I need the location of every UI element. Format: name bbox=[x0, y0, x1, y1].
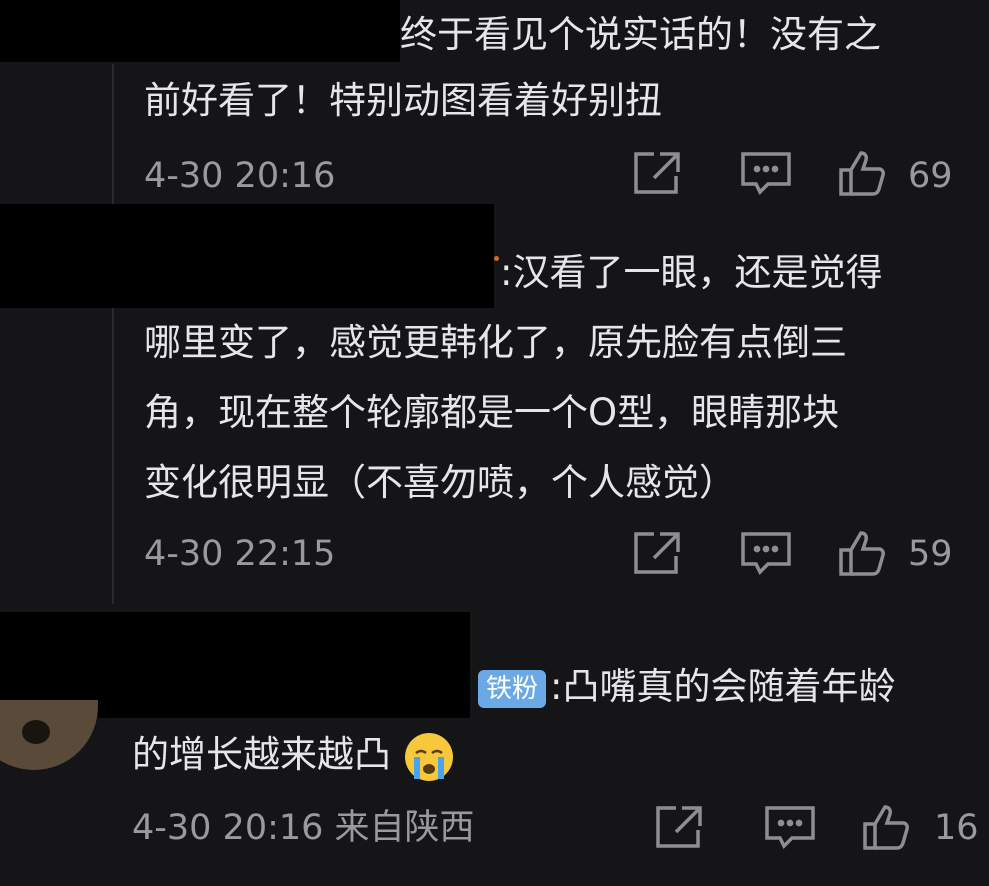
comment-text: 前好看了！特别动图看着好别扭 bbox=[144, 79, 662, 122]
comment-icon[interactable] bbox=[740, 150, 792, 196]
comment-text-second-line: 的增长越来越凸 bbox=[132, 720, 455, 790]
like-icon[interactable] bbox=[838, 150, 890, 196]
like-count: 59 bbox=[908, 534, 953, 574]
share-icon[interactable] bbox=[632, 150, 684, 196]
fan-badge: 铁粉 bbox=[478, 669, 547, 708]
comment-timestamp: 4-30 20:16 来自陕西 bbox=[132, 808, 475, 848]
comment-timestamp: 4-30 22:15 bbox=[144, 534, 336, 574]
redacted-username bbox=[0, 0, 400, 62]
crying-emoji-icon bbox=[403, 731, 455, 783]
comment-text: 变化很明显（不喜勿喷，个人感觉） bbox=[144, 461, 736, 504]
like-icon[interactable] bbox=[838, 530, 890, 576]
avatar[interactable] bbox=[0, 700, 98, 770]
comment-text: :凸嘴真的会随着年龄 bbox=[550, 665, 896, 708]
comment-icon[interactable] bbox=[764, 804, 816, 850]
comment-icon[interactable] bbox=[740, 530, 792, 576]
comment-text: 的增长越来越凸 bbox=[132, 733, 391, 776]
share-icon[interactable] bbox=[632, 530, 684, 576]
redacted-username bbox=[0, 204, 494, 308]
comment-timestamp: 4-30 20:16 bbox=[144, 156, 336, 196]
share-icon[interactable] bbox=[654, 804, 706, 850]
comment-text: :汉看了一眼，还是觉得 bbox=[500, 251, 883, 294]
decorative-dot bbox=[494, 256, 499, 261]
comment-text: 哪里变了，感觉更韩化了，原先脸有点倒三 bbox=[144, 321, 847, 364]
like-count: 16 bbox=[934, 808, 979, 848]
like-count: 69 bbox=[908, 156, 953, 196]
comment-text: 角，现在整个轮廓都是一个O型，眼睛那块 bbox=[144, 391, 840, 434]
thread-line bbox=[112, 64, 114, 604]
like-icon[interactable] bbox=[862, 804, 914, 850]
comment-text: 终于看见个说实话的！没有之 bbox=[400, 13, 881, 56]
comment-text-first-line: 铁粉:凸嘴真的会随着年龄 bbox=[478, 652, 895, 722]
